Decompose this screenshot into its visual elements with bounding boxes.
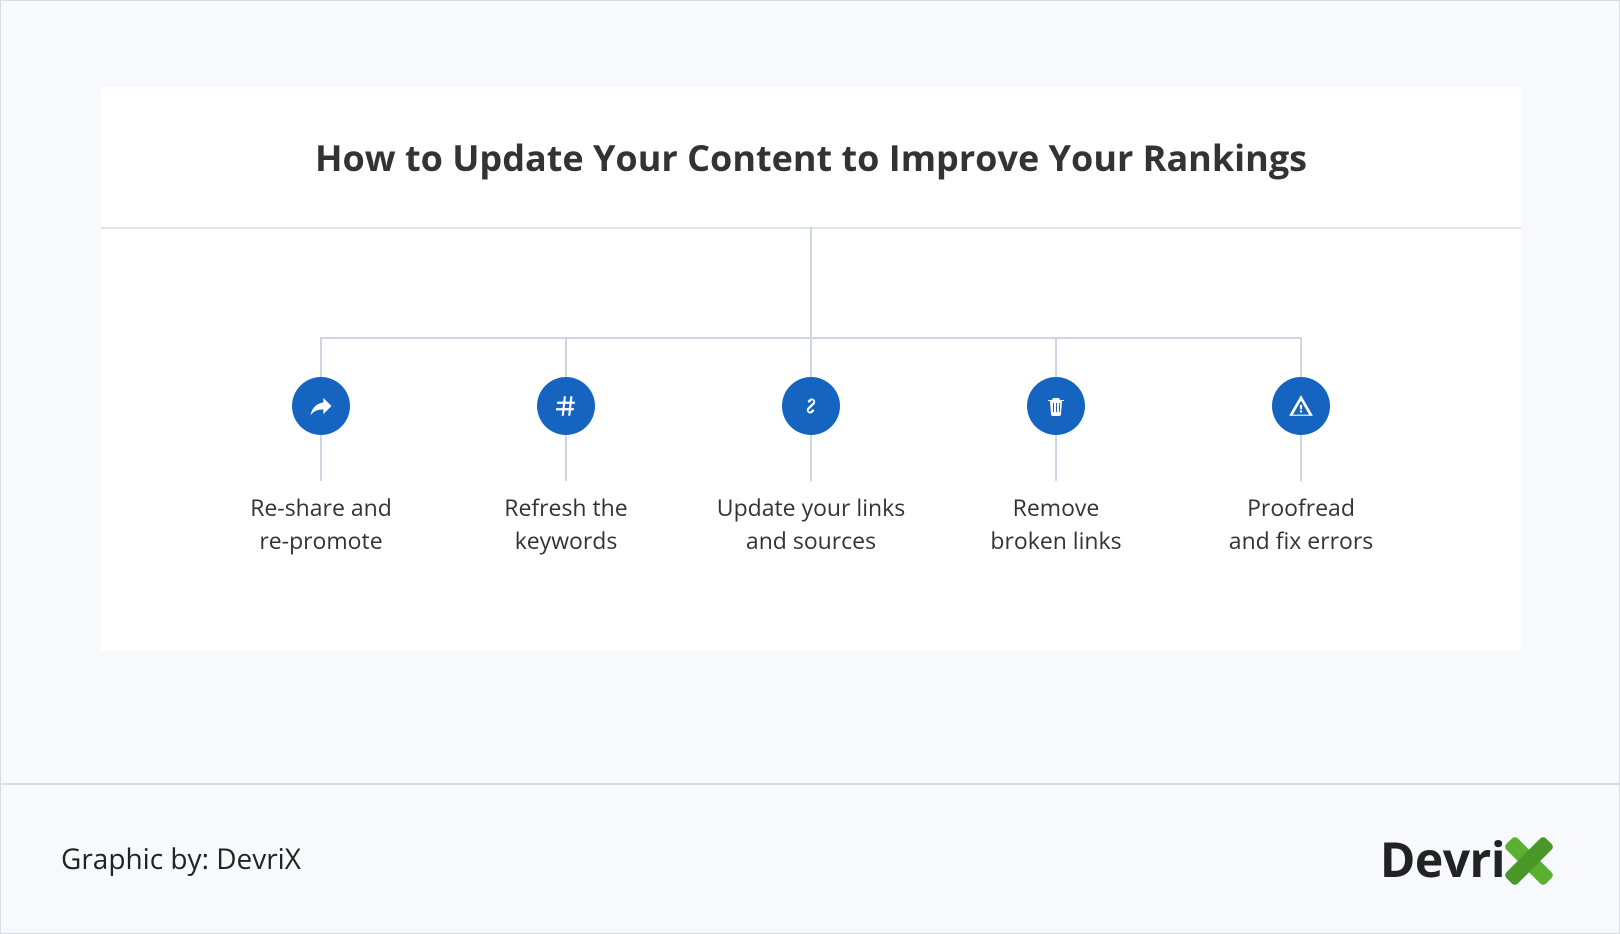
connector-line xyxy=(1300,435,1302,481)
brand-logo: Devri xyxy=(1380,827,1559,892)
tree-item-label: Proofread and fix errors xyxy=(1201,491,1401,558)
tree-item: Re-share and re-promote xyxy=(221,337,421,558)
connector-line xyxy=(1055,435,1057,481)
credit-text: Graphic by: DevriX xyxy=(61,840,301,878)
warning-icon xyxy=(1272,377,1330,435)
tree-item-label: Re-share and re-promote xyxy=(221,491,421,558)
tree-item-label: Refresh the keywords xyxy=(466,491,666,558)
tree-items-row: Re-share and re-promote Refresh the keyw… xyxy=(101,337,1521,558)
connector-line xyxy=(1300,337,1302,377)
connector-line xyxy=(565,435,567,481)
tree-item: Update your links and sources xyxy=(711,337,911,558)
share-icon xyxy=(292,377,350,435)
tree-trunk-line xyxy=(810,227,812,337)
tree-item: Remove broken links xyxy=(956,337,1156,558)
brand-name-prefix: Devri xyxy=(1380,827,1505,892)
connector-line xyxy=(810,337,812,377)
card-title: How to Update Your Content to Improve Yo… xyxy=(101,87,1521,222)
connector-line xyxy=(565,337,567,377)
tree-item: Refresh the keywords xyxy=(466,337,666,558)
tree-item-label: Update your links and sources xyxy=(711,491,911,558)
connector-line xyxy=(320,435,322,481)
content-card: How to Update Your Content to Improve Yo… xyxy=(101,87,1521,651)
trash-icon xyxy=(1027,377,1085,435)
brand-x-icon xyxy=(1499,829,1559,889)
tree-item: Proofread and fix errors xyxy=(1201,337,1401,558)
infographic-frame: How to Update Your Content to Improve Yo… xyxy=(0,0,1620,934)
hashtag-icon xyxy=(537,377,595,435)
tree-item-label: Remove broken links xyxy=(956,491,1156,558)
footer: Graphic by: DevriX Devri xyxy=(1,783,1619,933)
tree-diagram: Re-share and re-promote Refresh the keyw… xyxy=(101,227,1521,651)
link-icon xyxy=(782,377,840,435)
connector-line xyxy=(810,435,812,481)
connector-line xyxy=(320,337,322,377)
connector-line xyxy=(1055,337,1057,377)
